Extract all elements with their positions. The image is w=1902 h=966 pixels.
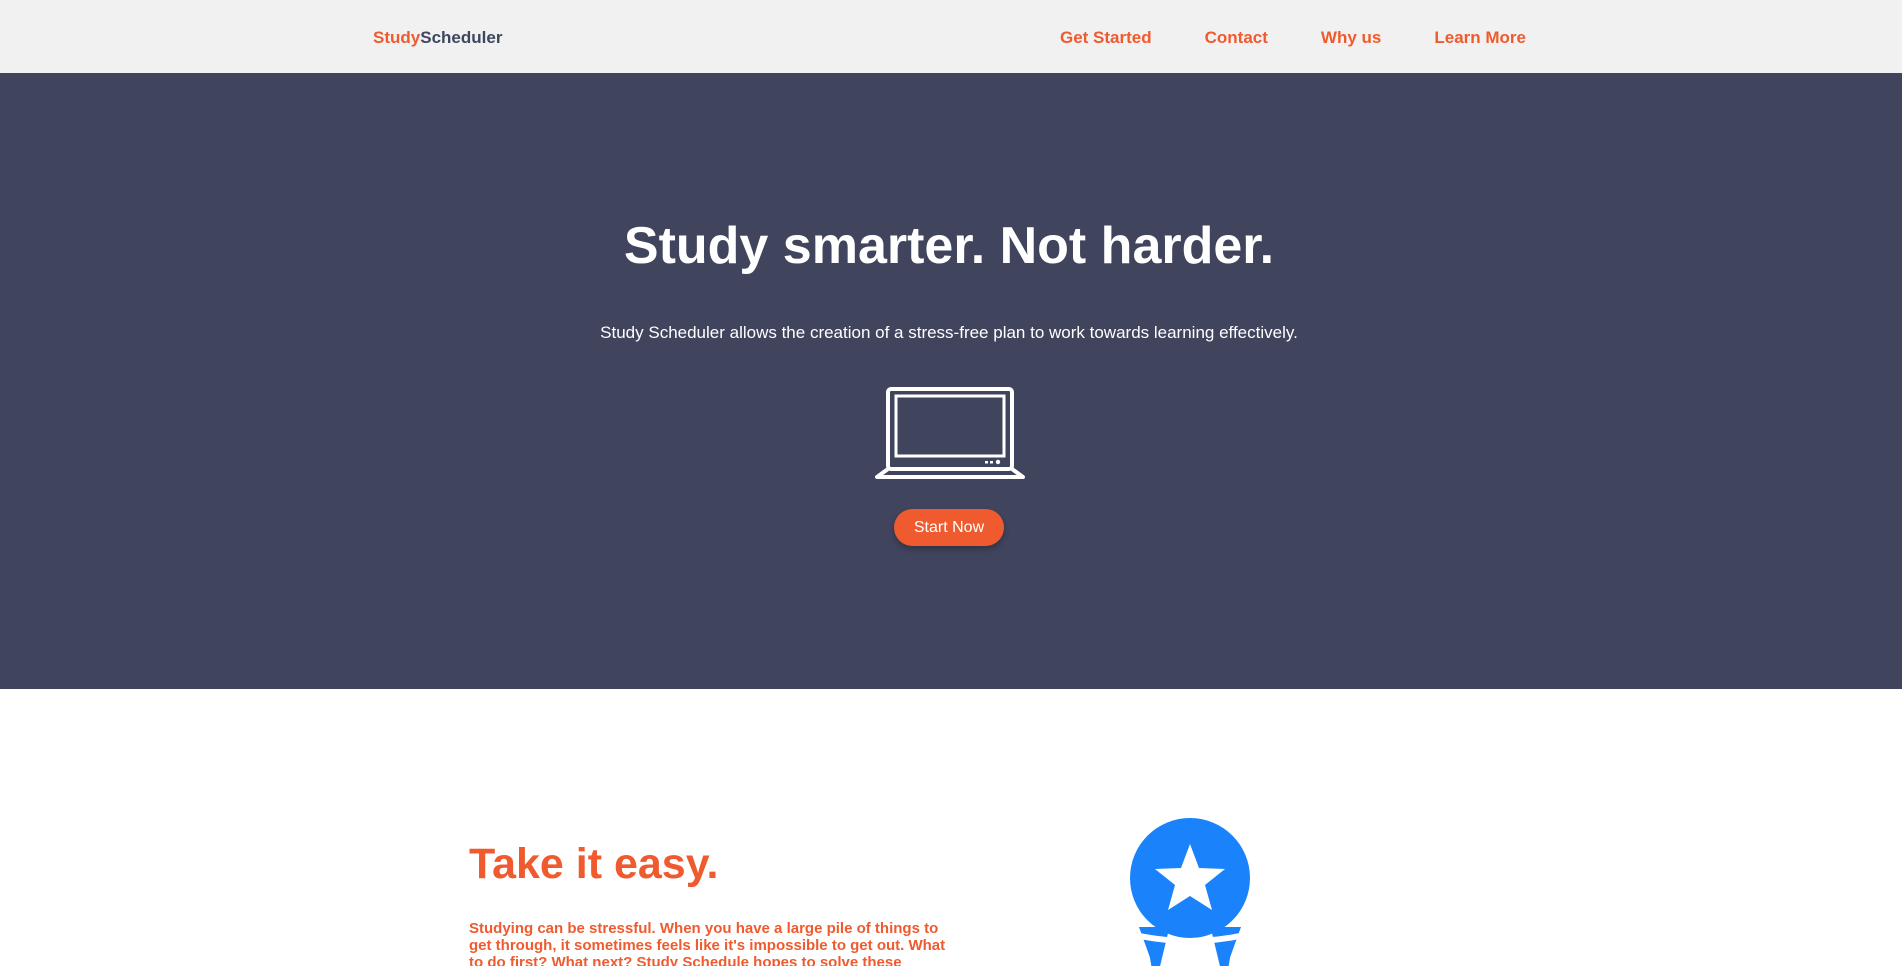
nav-link-contact[interactable]: Contact: [1205, 27, 1268, 49]
feature-text: Studying can be stressful. When you have…: [469, 920, 946, 966]
hero-section: Study smarter. Not harder. Study Schedul…: [0, 73, 1902, 689]
nav-link-learn-more[interactable]: Learn More: [1434, 27, 1526, 49]
hero-title: Study smarter. Not harder.: [623, 217, 1275, 275]
hero-subtitle: Study Scheduler allows the creation of a…: [600, 323, 1298, 342]
laptop-icon: [875, 387, 1025, 479]
nav-links: Get Started Contact Why us Learn More: [1060, 27, 1526, 49]
feature-title: Take it easy.: [469, 840, 719, 888]
feature-section: Take it easy. Studying can be stressful.…: [0, 689, 1902, 966]
award-ribbon-icon: [1130, 818, 1250, 966]
brand-logo[interactable]: StudyScheduler: [373, 27, 502, 49]
navbar: StudyScheduler Get Started Contact Why u…: [0, 0, 1902, 73]
brand-study: Study: [373, 28, 421, 47]
nav-link-why-us[interactable]: Why us: [1321, 27, 1381, 49]
start-now-button[interactable]: Start Now: [894, 509, 1004, 546]
nav-link-get-started[interactable]: Get Started: [1060, 27, 1152, 49]
brand-scheduler: Scheduler: [420, 28, 503, 47]
